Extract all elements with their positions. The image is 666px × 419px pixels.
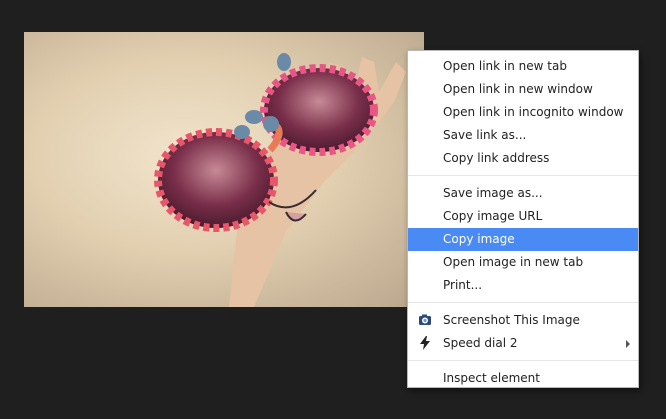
menu-item-label: Print... <box>443 278 483 292</box>
menu-separator <box>408 302 638 303</box>
menu-item-copy-image[interactable]: Copy image <box>408 228 638 251</box>
menu-item-label: Inspect element <box>443 371 540 385</box>
menu-item-save-link-as[interactable]: Save link as... <box>408 124 638 147</box>
menu-item-label: Save image as... <box>443 186 543 200</box>
sunglasses-hand-photo <box>154 53 406 307</box>
menu-item-copy-link-address[interactable]: Copy link address <box>408 147 638 170</box>
menu-item-label: Copy image <box>443 232 515 246</box>
menu-item-label: Open link in new window <box>443 82 593 96</box>
menu-separator <box>408 175 638 176</box>
menu-item-label: Open image in new tab <box>443 255 584 269</box>
menu-item-open-link-new-window[interactable]: Open link in new window <box>408 78 638 101</box>
lightning-icon <box>420 336 430 350</box>
menu-item-label: Open link in incognito window <box>443 105 624 119</box>
page-image[interactable] <box>24 32 424 307</box>
menu-item-open-link-new-tab[interactable]: Open link in new tab <box>408 55 638 78</box>
menu-item-label: Save link as... <box>443 128 527 142</box>
context-menu: Open link in new tab Open link in new wi… <box>407 50 639 388</box>
menu-item-inspect-element[interactable]: Inspect element <box>408 367 638 390</box>
menu-item-save-image-as[interactable]: Save image as... <box>408 182 638 205</box>
camera-icon <box>419 314 431 325</box>
submenu-arrow-icon <box>626 340 630 348</box>
menu-item-speed-dial-2[interactable]: Speed dial 2 <box>408 332 638 355</box>
menu-item-label: Open link in new tab <box>443 59 567 73</box>
menu-item-print[interactable]: Print... <box>408 274 638 297</box>
menu-item-label: Screenshot This Image <box>443 313 580 327</box>
menu-item-open-image-new-tab[interactable]: Open image in new tab <box>408 251 638 274</box>
menu-item-label: Copy image URL <box>443 209 543 223</box>
menu-item-open-link-incognito[interactable]: Open link in incognito window <box>408 101 638 124</box>
menu-item-screenshot-this-image[interactable]: Screenshot This Image <box>408 309 638 332</box>
menu-item-label: Speed dial 2 <box>443 336 518 350</box>
menu-item-label: Copy link address <box>443 151 550 165</box>
menu-separator <box>408 360 638 361</box>
menu-item-copy-image-url[interactable]: Copy image URL <box>408 205 638 228</box>
